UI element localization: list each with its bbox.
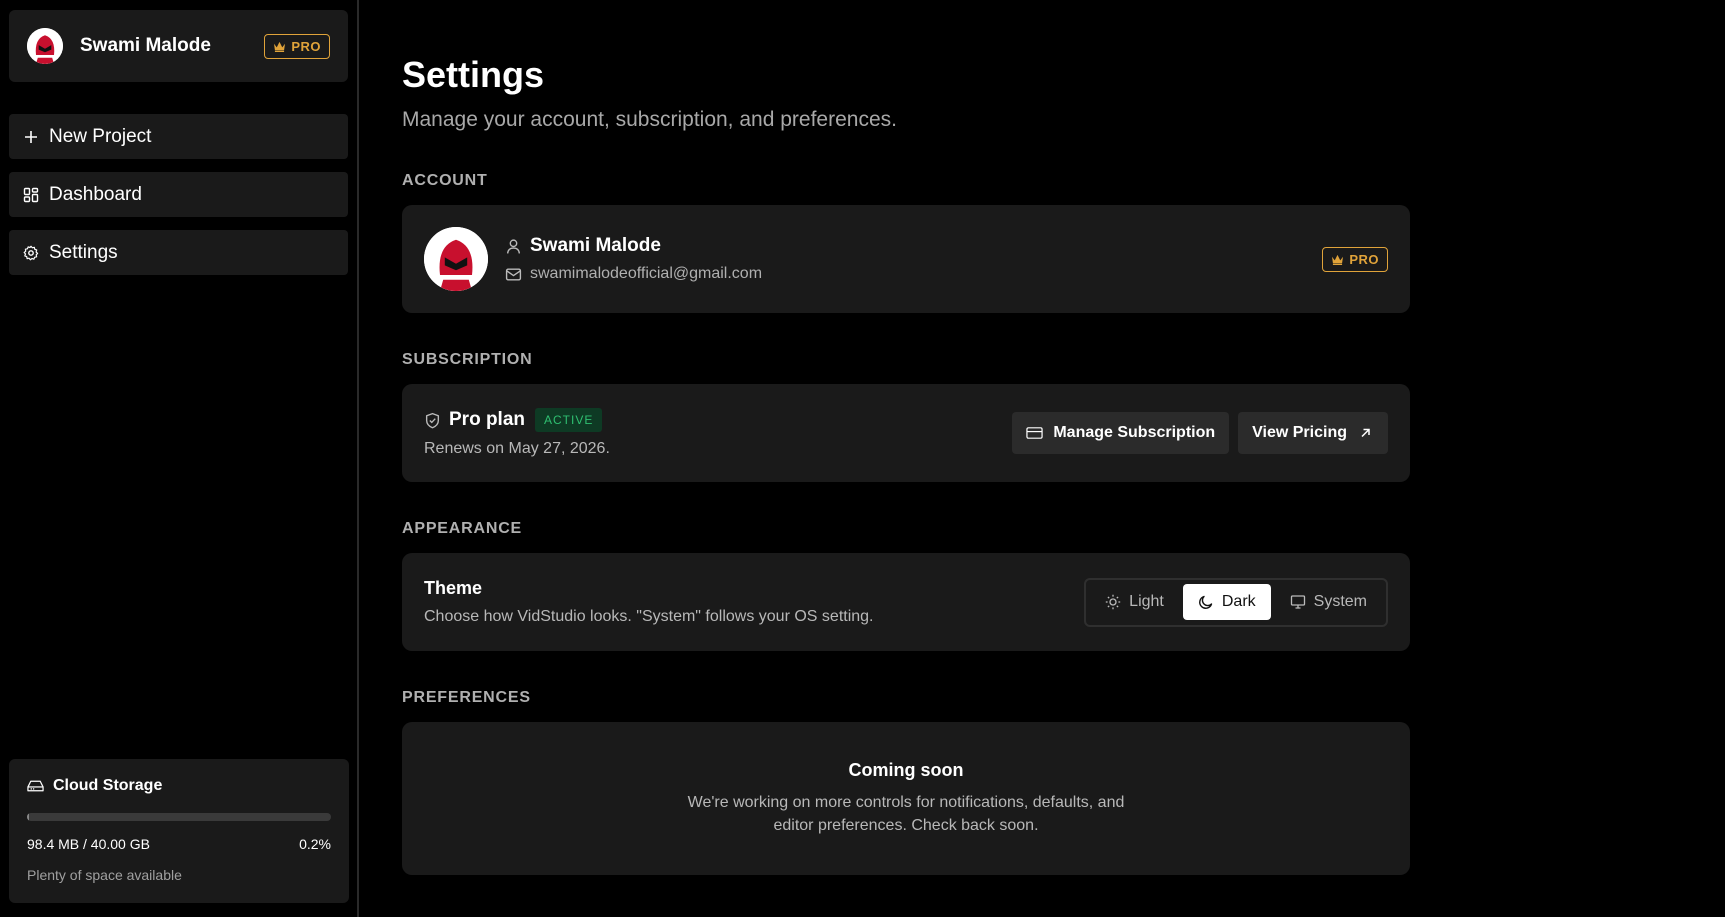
user-icon	[506, 238, 521, 254]
plan-name: Pro plan	[449, 409, 526, 430]
theme-option-label: System	[1313, 593, 1367, 610]
account-pro-badge: PRO	[1322, 246, 1388, 272]
storage-progress-bar	[27, 813, 331, 821]
sidebar-item-settings[interactable]: Settings	[9, 230, 348, 275]
storage-note: Plenty of space available	[27, 867, 182, 883]
storage-title: Cloud Storage	[27, 777, 331, 795]
account-card: Swami Malode swamimalodeofficial@gmail.c…	[402, 205, 1410, 313]
appearance-section-label: APPEARANCE	[402, 520, 523, 537]
page-subtitle: Manage your account, subscription, and p…	[402, 108, 897, 131]
storage-title-label: Cloud Storage	[53, 777, 163, 794]
theme-option-system[interactable]: System	[1275, 584, 1382, 620]
crown-icon	[274, 41, 286, 52]
dashboard-icon	[23, 187, 39, 202]
pro-badge-label: PRO	[291, 38, 321, 54]
hard-drive-icon	[27, 780, 44, 792]
account-avatar	[424, 227, 488, 291]
status-badge: ACTIVE	[535, 408, 603, 432]
theme-option-dark[interactable]: Dark	[1182, 584, 1271, 620]
sidebar-item-label: Settings	[49, 241, 118, 263]
pro-badge: PRO	[264, 33, 330, 59]
account-name-row: Swami Malode	[505, 235, 1322, 257]
theme-option-label: Light	[1129, 593, 1164, 610]
renewal-date: Renews on May 27, 2026.	[424, 440, 610, 457]
account-name: Swami Malode	[530, 235, 661, 256]
moon-icon	[1198, 595, 1213, 609]
preferences-card: Coming soon We're working on more contro…	[402, 722, 1410, 875]
avatar	[27, 28, 63, 64]
storage-usage-row: 98.4 MB / 40.00 GB 0.2%	[27, 836, 331, 852]
credit-card-icon	[1026, 427, 1044, 439]
theme-description: Choose how VidStudio looks. "System" fol…	[424, 608, 874, 625]
sidebar-item-label: Dashboard	[49, 183, 142, 205]
shield-check-icon	[425, 412, 440, 428]
ranger-helmet-icon	[27, 28, 63, 64]
theme-switcher: Light Dark System	[1084, 577, 1388, 627]
app-root: Swami Malode PRO New Project Dashboard S…	[0, 0, 1725, 917]
theme-title: Theme	[424, 578, 483, 598]
sidebar-user-name: Swami Malode	[80, 35, 211, 56]
subscription-card: Pro plan ACTIVE Renews on May 27, 2026. …	[402, 384, 1410, 482]
crown-icon	[1332, 254, 1344, 265]
preferences-section-label: PREFERENCES	[402, 689, 531, 706]
coming-soon-description: We're working on more controls for notif…	[687, 794, 1125, 834]
sun-icon	[1105, 594, 1121, 610]
coming-soon-title: Coming soon	[848, 760, 964, 780]
arrow-up-right-icon	[1361, 428, 1370, 438]
theme-option-label: Dark	[1221, 593, 1256, 610]
cloud-storage-card: Cloud Storage 98.4 MB / 40.00 GB 0.2% Pl…	[9, 759, 349, 903]
plus-icon	[25, 130, 37, 143]
manage-subscription-label: Manage Subscription	[1053, 424, 1216, 441]
theme-option-light[interactable]: Light	[1090, 584, 1179, 620]
monitor-icon	[1290, 595, 1305, 609]
subscription-section-label: SUBSCRIPTION	[402, 351, 533, 368]
storage-usage: 98.4 MB / 40.00 GB	[27, 836, 150, 852]
sidebar: Swami Malode PRO New Project Dashboard S…	[0, 0, 359, 917]
mail-icon	[505, 267, 522, 281]
storage-percent: 0.2%	[299, 836, 331, 852]
pro-badge-label: PRO	[1349, 251, 1379, 267]
sidebar-item-new-project[interactable]: New Project	[9, 114, 348, 159]
subscription-info: Pro plan ACTIVE Renews on May 27, 2026.	[424, 408, 1012, 458]
page-title: Settings	[402, 54, 545, 95]
account-info: Swami Malode swamimalodeofficial@gmail.c…	[505, 235, 1322, 283]
storage-progress-fill	[27, 813, 29, 821]
sidebar-item-dashboard[interactable]: Dashboard	[9, 172, 348, 217]
appearance-card: Theme Choose how VidStudio looks. "Syste…	[402, 553, 1410, 651]
sidebar-nav: New Project Dashboard Settings	[9, 114, 348, 275]
theme-info: Theme Choose how VidStudio looks. "Syste…	[424, 578, 1084, 626]
account-section-label: ACCOUNT	[402, 172, 488, 189]
view-pricing-label: View Pricing	[1252, 424, 1347, 441]
manage-subscription-button[interactable]: Manage Subscription	[1012, 412, 1230, 454]
account-email: swamimalodeofficial@gmail.com	[530, 265, 763, 282]
gear-icon	[23, 245, 39, 260]
sidebar-item-label: New Project	[49, 125, 152, 147]
account-email-row: swamimalodeofficial@gmail.com	[505, 265, 1322, 283]
plan-row: Pro plan ACTIVE	[424, 408, 1012, 432]
sidebar-profile-card[interactable]: Swami Malode PRO	[9, 10, 348, 82]
main-content: Settings Manage your account, subscripti…	[359, 0, 1725, 917]
view-pricing-button[interactable]: View Pricing	[1238, 412, 1388, 454]
ranger-helmet-icon	[424, 227, 488, 291]
